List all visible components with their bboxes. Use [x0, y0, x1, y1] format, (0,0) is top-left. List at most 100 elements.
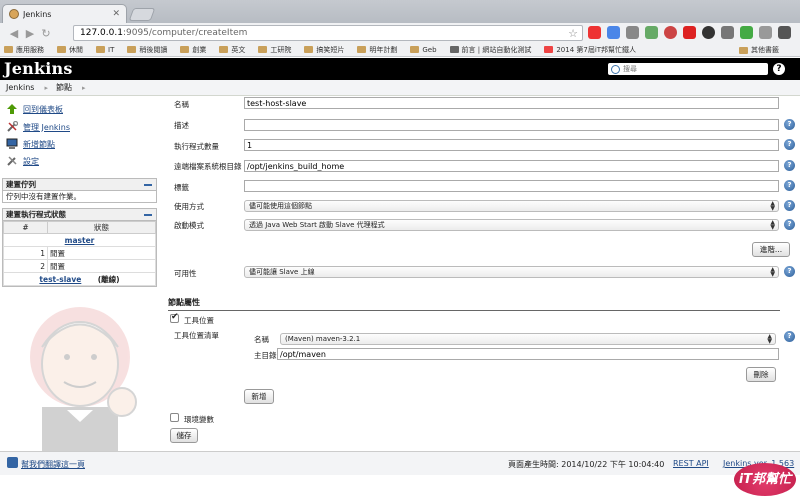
extension-icon[interactable]: [740, 26, 753, 39]
task-configure[interactable]: 設定: [6, 155, 39, 167]
help-icon[interactable]: ?: [784, 180, 795, 191]
tool-home-input[interactable]: [277, 348, 779, 360]
name-label: 名稱: [174, 100, 189, 109]
task-label[interactable]: 設定: [23, 156, 39, 167]
bookmark-item[interactable]: 工研院: [258, 45, 291, 55]
tab-close-icon[interactable]: ✕: [112, 9, 120, 19]
bookmark-item[interactable]: 搞笑短片: [304, 45, 344, 55]
collapse-icon[interactable]: [144, 184, 152, 186]
jenkins-logo[interactable]: Jenkins: [4, 59, 73, 78]
forward-icon[interactable]: ▶: [22, 27, 38, 40]
extension-icon[interactable]: [702, 26, 715, 39]
browser-tab-strip: Jenkins ✕: [0, 0, 800, 23]
task-new-node[interactable]: 新增節點: [6, 138, 55, 150]
bookmark-star-icon[interactable]: ☆: [568, 27, 578, 40]
executors-input[interactable]: [244, 139, 779, 151]
address-bar[interactable]: 127.0.0.1:9095/computer/createItem ☆: [73, 25, 583, 41]
collapse-icon[interactable]: [144, 214, 152, 216]
name-input[interactable]: [244, 97, 779, 109]
reload-icon[interactable]: ↻: [38, 27, 54, 40]
help-icon[interactable]: ?: [784, 200, 795, 211]
bookmark-item[interactable]: 應用服務: [4, 45, 44, 55]
bookmark-item[interactable]: 休閒: [57, 45, 83, 55]
executors-label: 執行程式數量: [174, 142, 219, 151]
help-icon[interactable]: ?: [784, 219, 795, 230]
ithome-icon: [544, 46, 554, 53]
bookmark-item[interactable]: Geb: [410, 46, 437, 54]
extension-icon[interactable]: [759, 26, 772, 39]
advanced-button[interactable]: 進階...: [752, 242, 790, 257]
extension-icon[interactable]: [683, 26, 696, 39]
search-icon: [611, 64, 620, 74]
rest-api-link[interactable]: REST API: [673, 459, 709, 468]
bookmark-item[interactable]: 創業: [180, 45, 206, 55]
back-icon[interactable]: ◀: [6, 27, 22, 40]
build-queue-empty: 佇列中沒有建置作業。: [6, 192, 81, 201]
save-button[interactable]: 儲存: [170, 428, 198, 443]
gmail-icon[interactable]: [588, 26, 601, 39]
tool-home-label: 主目錄: [254, 351, 277, 360]
tool-locations-checkbox[interactable]: [170, 312, 179, 323]
launch-method-select[interactable]: 透過 Java Web Start 啟動 Slave 代理程式 ▲ ▼: [244, 219, 779, 231]
tool-name-label: 名稱: [254, 335, 269, 344]
url-host: 127.0.0.1: [80, 28, 123, 38]
help-icon[interactable]: ?: [784, 266, 795, 277]
jenkins-butler-logo: [30, 307, 137, 452]
extension-icon[interactable]: [721, 26, 734, 39]
bookmark-item[interactable]: 明年計劃: [357, 45, 397, 55]
tool-name-select[interactable]: (Maven) maven-3.2.1 ▲ ▼: [280, 333, 776, 345]
url-path: :9095/computer/createItem: [122, 28, 248, 38]
help-icon[interactable]: ?: [784, 139, 795, 150]
browser-tab-jenkins[interactable]: Jenkins ✕: [2, 4, 127, 23]
delete-button[interactable]: 刪除: [746, 367, 776, 382]
new-tab-button[interactable]: [128, 8, 156, 21]
translate-icon[interactable]: [607, 26, 620, 39]
help-icon[interactable]: ?: [784, 119, 795, 130]
availability-select[interactable]: 儘可能讓 Slave 上線 ▲ ▼: [244, 266, 779, 278]
env-vars-checkbox[interactable]: [170, 413, 179, 422]
folder-icon: [96, 46, 105, 53]
adblock-icon[interactable]: [664, 26, 677, 39]
task-manage-jenkins[interactable]: 管理 Jenkins: [6, 121, 70, 133]
extension-icon[interactable]: [626, 26, 639, 39]
usage-label: 使用方式: [174, 202, 204, 211]
task-back-to-dashboard[interactable]: 回到儀表板: [6, 103, 63, 115]
tab-title: Jenkins: [23, 9, 52, 19]
task-label[interactable]: 管理 Jenkins: [23, 122, 70, 133]
bookmark-item[interactable]: 前言 | 網站自動化測試: [449, 45, 531, 55]
add-button[interactable]: 新增: [244, 389, 274, 404]
breadcrumb-jenkins[interactable]: Jenkins: [6, 83, 34, 92]
bookmark-item[interactable]: IT: [96, 46, 114, 54]
help-icon[interactable]: ?: [784, 160, 795, 171]
computer-icon: [6, 138, 18, 149]
bookmark-item[interactable]: 英文: [219, 45, 245, 55]
extension-icon[interactable]: [645, 26, 658, 39]
other-bookmarks[interactable]: 其他書籤: [739, 45, 779, 55]
description-input[interactable]: [244, 119, 779, 131]
help-icon[interactable]: ?: [784, 331, 795, 342]
bookmark-item[interactable]: 2014 第7屆iT邦幫忙鐵人: [544, 45, 636, 55]
breadcrumb-nodes[interactable]: 節點: [56, 82, 72, 93]
node-master-link[interactable]: master: [65, 236, 95, 245]
executors-table: # 狀態 master 1 閒置 2 閒置 test-slave (離線): [3, 221, 156, 286]
jenkins-header: Jenkins ?: [0, 58, 800, 80]
task-label[interactable]: 新增節點: [23, 139, 55, 150]
col-status: 狀態: [47, 221, 156, 234]
task-label[interactable]: 回到儀表板: [23, 104, 63, 115]
folder-icon: [357, 46, 367, 53]
remote-root-input[interactable]: [244, 160, 779, 172]
ithelp-watermark-logo: iT邦幫忙: [734, 463, 796, 496]
folder-icon: [258, 46, 268, 53]
menu-icon[interactable]: [778, 26, 791, 39]
labels-input[interactable]: [244, 180, 779, 192]
bookmarks-bar: 應用服務 休閒 IT 稍後閱讀 創業 英文 工研院 搞笑短片 明年計劃 Geb …: [0, 43, 800, 57]
select-arrows-icon: ▲ ▼: [770, 266, 775, 278]
breadcrumb-separator-icon: ▸: [81, 83, 86, 92]
usage-select[interactable]: 儘可能使用這個節點 ▲ ▼: [244, 200, 779, 212]
search-input[interactable]: [623, 64, 753, 74]
bookmark-item[interactable]: 稍後閱讀: [127, 45, 167, 55]
translate-link[interactable]: 幫我們翻譯這一頁: [21, 459, 85, 470]
node-test-slave-link[interactable]: test-slave: [39, 275, 81, 284]
help-icon[interactable]: ?: [773, 63, 785, 75]
browser-toolbar: ◀ ▶ ↻ 127.0.0.1:9095/computer/createItem…: [0, 23, 800, 43]
